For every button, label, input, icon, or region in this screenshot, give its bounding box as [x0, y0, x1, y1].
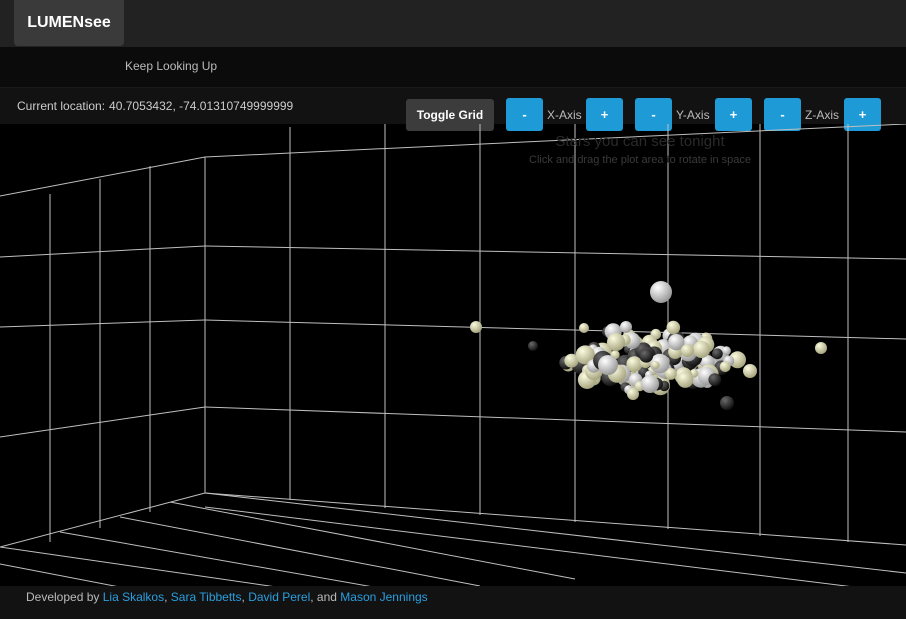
star-point: [579, 323, 589, 333]
plot-grid: [0, 124, 906, 589]
star-point: [815, 342, 827, 354]
star-point: [627, 388, 639, 400]
star-point: [607, 333, 625, 351]
star-point: [598, 355, 618, 375]
star-point: [680, 344, 694, 358]
star-point: [721, 346, 731, 356]
current-location: Current location: 40.7053432, -74.0131074…: [17, 99, 293, 113]
y-axis-label: Y-Axis: [676, 108, 710, 122]
author-link[interactable]: Lia Skalkos: [103, 590, 164, 604]
plot-title: Stars you can see tonight: [555, 133, 725, 150]
top-navbar: [0, 0, 906, 47]
star-point: [641, 375, 659, 393]
star-point: [666, 320, 681, 335]
plot-subtitle: Click and drag the plot area to rotate i…: [529, 154, 751, 166]
footer-credits: Developed by Lia Skalkos, Sara Tibbetts,…: [26, 590, 428, 604]
star-point: [712, 348, 723, 360]
credits-separator: ,: [241, 590, 245, 604]
star-point: [651, 361, 660, 370]
star-point: [626, 356, 643, 372]
credits-conjunction: , and: [310, 590, 337, 604]
author-link[interactable]: David Perel: [248, 590, 310, 604]
star-point: [708, 373, 722, 387]
star-point: [620, 321, 632, 333]
star-point: [719, 361, 731, 372]
credits-separator: ,: [164, 590, 168, 604]
location-label: Current location:: [17, 99, 106, 113]
tagline: Keep Looking Up: [125, 59, 218, 73]
z-axis-label: Z-Axis: [805, 108, 839, 122]
star-point: [720, 396, 734, 410]
author-link[interactable]: Sara Tibbetts: [171, 590, 242, 604]
star-point: [528, 341, 538, 351]
credits-prefix: Developed by: [26, 590, 100, 604]
star-points: [470, 281, 827, 410]
author-link[interactable]: Mason Jennings: [340, 590, 427, 604]
star-point: [639, 348, 654, 363]
star-plot-3d[interactable]: [0, 124, 906, 589]
star-point: [743, 364, 757, 378]
star-point: [677, 371, 694, 388]
star-point: [650, 281, 672, 303]
location-coords: 40.7053432, -74.01310749999999: [109, 99, 294, 113]
brand-logo[interactable]: LUMENsee: [14, 0, 124, 46]
x-axis-label: X-Axis: [547, 108, 582, 122]
star-point: [470, 321, 482, 333]
star-point: [692, 340, 711, 358]
